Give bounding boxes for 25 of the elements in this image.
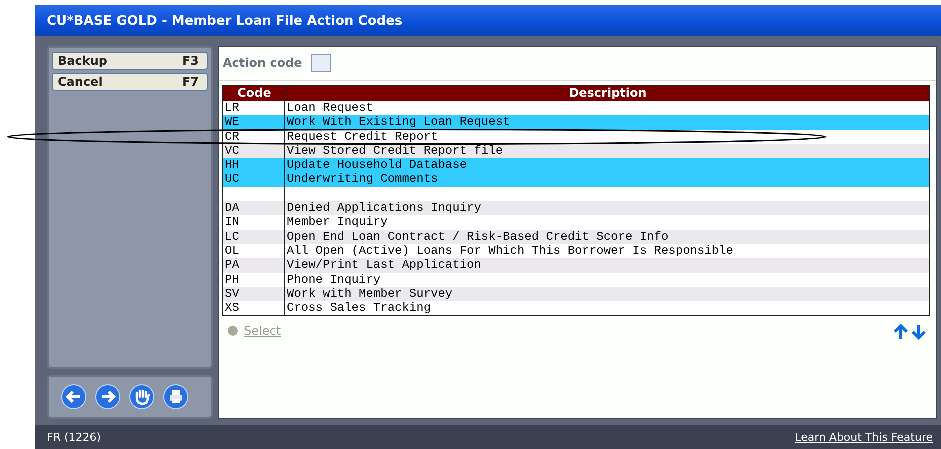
- table-row[interactable]: VC View Stored Credit Report file: [223, 144, 929, 158]
- table-row[interactable]: UC Underwriting Comments: [223, 172, 929, 187]
- table-row[interactable]: HH Update Household Database: [223, 158, 929, 172]
- table-row[interactable]: DA Denied Applications Inquiry: [223, 201, 929, 216]
- forward-icon[interactable]: [95, 384, 121, 410]
- table-row[interactable]: PA View/Print Last Application: [223, 258, 929, 273]
- table-row[interactable]: WE Work With Existing Loan Request: [223, 115, 929, 130]
- back-icon[interactable]: [61, 384, 87, 410]
- down-arrow-icon[interactable]: [912, 324, 926, 340]
- sidebar-button[interactable]: Cancel F7: [52, 73, 208, 91]
- action-code-field[interactable]: [311, 54, 332, 72]
- sidebar-button[interactable]: Backup F3: [52, 52, 208, 70]
- hand-icon[interactable]: [129, 384, 155, 410]
- printer-icon[interactable]: [163, 384, 189, 410]
- column-header: Description: [568, 86, 648, 101]
- status-text: FR (1226): [47, 430, 102, 444]
- field-label: Action code: [223, 56, 302, 70]
- column-header: Code: [223, 86, 285, 101]
- up-arrow-icon[interactable]: [894, 324, 908, 340]
- table-row[interactable]: XS Cross Sales Tracking: [223, 301, 929, 316]
- radio-dot-icon: [228, 326, 238, 336]
- table-row[interactable]: SV Work with Member Survey: [223, 286, 929, 302]
- table-row[interactable]: LC Open End Loan Contract / Risk-Based Credit Score Info: [223, 230, 929, 244]
- learn-link[interactable]: Learn About This Feature: [795, 430, 933, 444]
- window-title: CU*BASE GOLD - Member Loan File Action Codes: [35, 5, 941, 36]
